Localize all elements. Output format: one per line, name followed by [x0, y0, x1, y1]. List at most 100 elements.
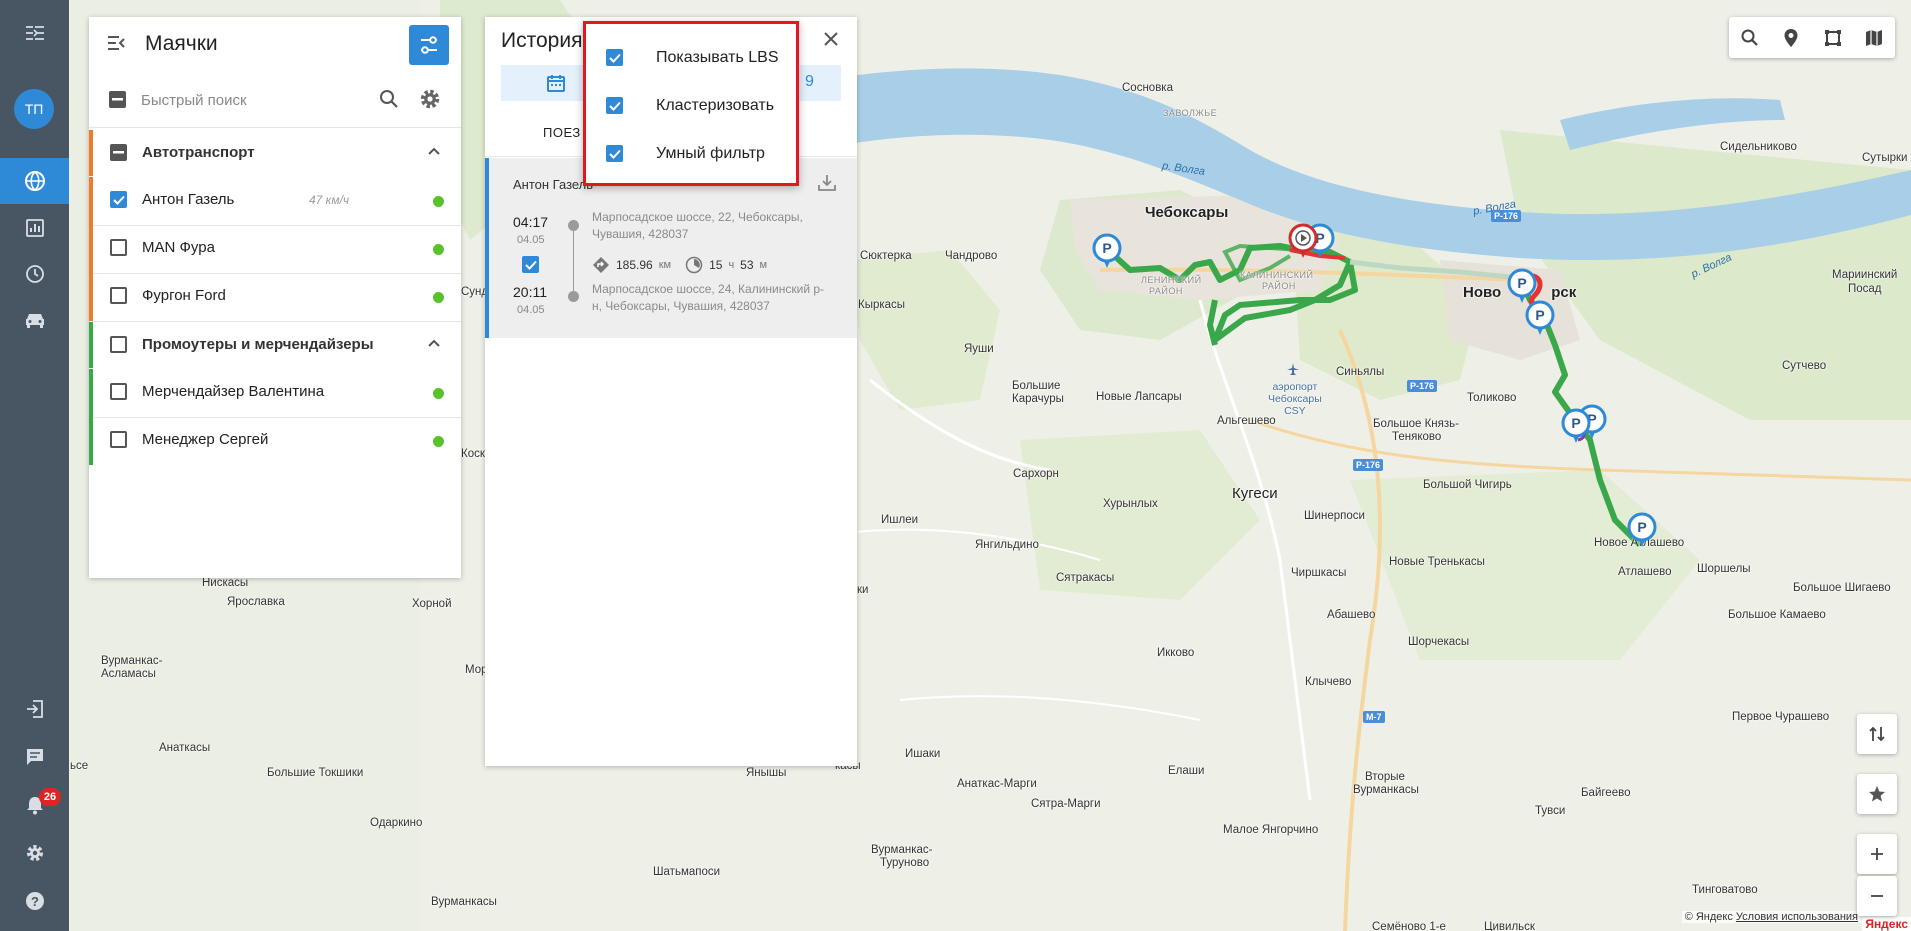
chevron-up-icon — [428, 339, 440, 347]
show-lbs-checkbox[interactable] — [606, 49, 623, 66]
map-label-pervoe-churashevo: Первое Чурашево — [1732, 711, 1830, 723]
trip-distance: 185.96 — [616, 258, 653, 272]
search-icon — [380, 90, 398, 108]
map-label-klychevo: Клычево — [1305, 676, 1352, 688]
nav-vehicles-button[interactable] — [0, 297, 69, 343]
item-checkbox[interactable] — [110, 431, 127, 448]
map-label-mariinsky: Мариинский — [1832, 269, 1898, 281]
smart-filter-checkbox[interactable] — [606, 145, 623, 162]
map-label-ishlei: Ишлеи — [881, 514, 919, 526]
check-icon — [524, 260, 537, 270]
close-history-button[interactable] — [821, 29, 841, 54]
item-label: Антон Газель — [142, 191, 235, 208]
item-checkbox[interactable] — [110, 287, 127, 304]
list-item[interactable]: Мерчендайзер Валентина — [89, 369, 461, 417]
map-label-tolikovo: Толиково — [1467, 392, 1517, 404]
map-label-shatmaposi: Шатьмапоси — [653, 866, 721, 878]
menu-collapse-icon — [25, 26, 44, 40]
list-item[interactable]: Антон Газель 47 км/ч — [89, 177, 461, 225]
map-layers-button[interactable] — [1854, 17, 1896, 58]
nav-settings-button[interactable] — [0, 830, 69, 876]
smart-filter-label: Умный фильтр — [656, 145, 765, 162]
map-label-airport: аэропорт Чебоксары CSY — [1268, 381, 1322, 417]
select-all-checkbox[interactable] — [109, 91, 126, 108]
date-end-text: 9 — [805, 73, 814, 90]
list-item[interactable]: Менеджер Сергей — [89, 417, 461, 465]
trip-checkbox[interactable] — [522, 256, 539, 273]
item-checkbox[interactable] — [110, 383, 127, 400]
parking-pin-icon[interactable]: P — [1092, 233, 1122, 269]
check-icon — [608, 53, 621, 63]
route-button[interactable] — [1857, 714, 1897, 754]
map-area-button[interactable] — [1812, 17, 1854, 58]
svg-text:P: P — [1571, 415, 1580, 431]
map-search-button[interactable] — [1729, 17, 1771, 58]
map-label-chirshkasy: Чиршкасы — [1291, 567, 1347, 579]
trip-start-dot — [568, 220, 579, 231]
nav-help-button[interactable]: ? — [0, 878, 69, 924]
clusterize-checkbox[interactable] — [606, 97, 623, 114]
group-collapse-button[interactable] — [427, 143, 441, 161]
map-label-anatkas-margi: Анаткас-Марги — [957, 778, 1037, 790]
track-start-pin-icon[interactable] — [1288, 223, 1318, 259]
map-label-semenovo: Семёново 1-е — [1372, 921, 1446, 931]
map-label-sutchevo: Сутчево — [1782, 360, 1827, 372]
zoom-out-button[interactable] — [1857, 876, 1897, 916]
map-marker-button[interactable] — [1771, 17, 1813, 58]
plus-icon — [1871, 848, 1883, 860]
parking-pin-icon[interactable]: P — [1627, 512, 1657, 548]
svg-text:P: P — [1517, 275, 1526, 291]
nav-map-button[interactable] — [0, 158, 69, 204]
option-clusterize[interactable]: Кластеризовать — [586, 86, 796, 126]
group-row-avtotransport[interactable]: Автотранспорт — [89, 130, 461, 176]
map-label-zavolzhe: ЗАВОЛЖЬЕ — [1163, 108, 1218, 118]
map-toolbar — [1729, 17, 1895, 58]
item-label: Фургон Ford — [142, 287, 226, 304]
parking-pin-icon[interactable]: P — [1561, 408, 1591, 444]
check-icon — [112, 195, 125, 205]
option-show-lbs[interactable]: Показывать LBS — [586, 38, 796, 78]
download-trip-button[interactable] — [817, 173, 837, 198]
group-collapse-button[interactable] — [427, 335, 441, 353]
filter-settings-button[interactable] — [409, 25, 449, 65]
panel-menu-button[interactable] — [107, 34, 127, 57]
parking-pin-icon[interactable]: P — [1507, 268, 1537, 304]
svg-text:P: P — [1637, 519, 1646, 535]
map-label-shorchekasy: Шорчекасы — [1408, 636, 1470, 648]
map-label-tenyakovo: Теняково — [1392, 431, 1442, 443]
user-avatar[interactable]: ТП — [14, 89, 54, 129]
list-settings-button[interactable] — [419, 88, 441, 115]
terms-link[interactable]: Условия использования — [1736, 911, 1858, 923]
list-item[interactable]: MAN Фура — [89, 225, 461, 273]
map-label-bolshie-tokshiki: Большие Токшики — [267, 767, 364, 779]
collapse-menu-button[interactable] — [0, 10, 69, 56]
nav-reports-button[interactable] — [0, 205, 69, 251]
nav-logout-button[interactable] — [0, 686, 69, 732]
nav-history-button[interactable] — [0, 251, 69, 297]
nav-notifications-button[interactable] — [0, 782, 69, 828]
item-checkbox[interactable] — [110, 239, 127, 256]
route-distance-icon — [593, 257, 609, 273]
nav-chat-button[interactable] — [0, 734, 69, 780]
gear-icon — [26, 845, 43, 861]
item-checkbox[interactable] — [110, 191, 127, 208]
search-button[interactable] — [379, 89, 399, 114]
map-label-bolshoe-knyaz: Большое Князь- — [1373, 418, 1459, 430]
group-checkbox[interactable] — [110, 336, 127, 353]
trip-timeline — [573, 231, 574, 291]
group-checkbox[interactable] — [110, 144, 127, 161]
favorites-button[interactable] — [1857, 774, 1897, 814]
zoom-in-button[interactable] — [1857, 834, 1897, 874]
quick-search-input[interactable] — [141, 87, 361, 113]
group-row-promoutery[interactable]: Промоутеры и мерчендайзеры — [89, 322, 461, 368]
online-status-dot — [433, 196, 444, 207]
notifications-badge: 26 — [39, 788, 61, 806]
map-label-shinerposi: Шинерпоси — [1304, 510, 1365, 522]
tab-trips[interactable]: ПОЕЗ — [543, 125, 581, 140]
option-smart-filter[interactable]: Умный фильтр — [586, 134, 796, 174]
trip-start-time: 04:17 — [513, 214, 549, 230]
parking-pin-icon[interactable]: P — [1525, 300, 1555, 336]
trip-end-dot — [568, 291, 579, 302]
list-item[interactable]: Фургон Ford — [89, 273, 461, 321]
map-label-vtorye-vurmankasy: Вурманкасы — [1353, 784, 1419, 796]
